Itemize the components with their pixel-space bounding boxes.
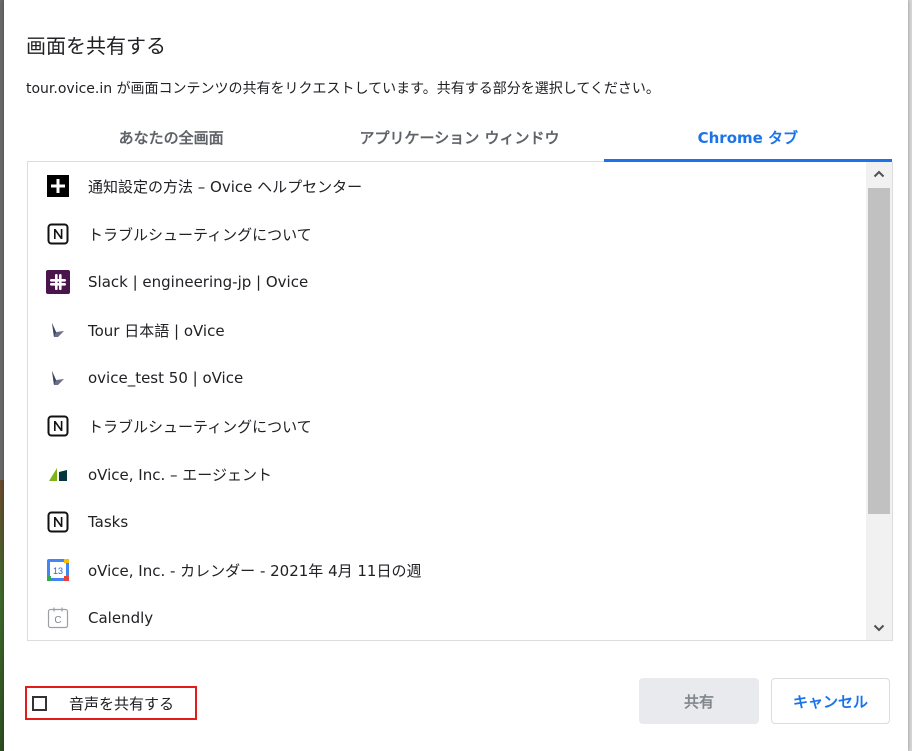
list-item[interactable]: 13 oVice, Inc. - カレンダー - 2021年 4月 11日の週 [28, 546, 864, 594]
list-item-label: Slack | engineering-jp | Ovice [88, 273, 309, 291]
list-item-label: 通知設定の方法 – Ovice ヘルプセンター [88, 177, 363, 196]
share-audio-label: 音声を共有する [69, 694, 175, 713]
ovice-icon [46, 318, 70, 342]
tab-list-items: 通知設定の方法 – Ovice ヘルプセンター トラブルシューティングについて … [28, 162, 864, 640]
list-item-label: Tasks [88, 513, 129, 531]
list-item-label: トラブルシューティングについて [88, 417, 312, 436]
calendly-icon: C [46, 606, 70, 630]
google-calendar-icon: 13 [46, 558, 70, 582]
share-audio-option[interactable]: 音声を共有する [25, 686, 197, 720]
list-item-label: oVice, Inc. - カレンダー - 2021年 4月 11日の週 [88, 561, 422, 580]
notion-icon [46, 222, 70, 246]
list-item[interactable]: Tour 日本語 | oVice [28, 306, 864, 354]
cancel-button[interactable]: キャンセル [771, 678, 890, 724]
share-button[interactable]: 共有 [639, 678, 759, 724]
list-item[interactable]: トラブルシューティングについて [28, 402, 864, 450]
chrome-tab-list: 通知設定の方法 – Ovice ヘルプセンター トラブルシューティングについて … [27, 162, 893, 641]
tab-chrome-tab[interactable]: Chrome タブ [603, 121, 893, 162]
list-item-label: oVice, Inc. – エージェント [88, 465, 272, 484]
plus-favicon-icon [46, 174, 70, 198]
share-screen-dialog: 画面を共有する tour.ovice.in が画面コンテンツの共有をリクエストし… [4, 0, 908, 751]
list-item-label: トラブルシューティングについて [88, 225, 312, 244]
list-item[interactable]: ovice_test 50 | oVice [28, 354, 864, 402]
chevron-down-icon [873, 624, 885, 632]
scroll-up-button[interactable] [866, 162, 892, 186]
scroll-down-button[interactable] [866, 616, 892, 640]
svg-text:C: C [54, 615, 61, 626]
list-item-label: Tour 日本語 | oVice [88, 321, 225, 340]
share-audio-checkbox[interactable] [32, 695, 47, 711]
notion-icon [46, 414, 70, 438]
scroll-thumb[interactable] [868, 188, 890, 514]
ovice-icon [46, 366, 70, 390]
list-scrollbar[interactable] [866, 162, 892, 640]
zendesk-icon [46, 462, 70, 486]
list-item-label: Calendly [88, 609, 154, 627]
list-item[interactable]: トラブルシューティングについて [28, 210, 864, 258]
backdrop-right [908, 0, 912, 751]
dialog-title: 画面を共有する [26, 34, 166, 58]
tab-application-window[interactable]: アプリケーション ウィンドウ [315, 121, 603, 161]
list-item[interactable]: oVice, Inc. – エージェント [28, 450, 864, 498]
svg-text:13: 13 [53, 566, 63, 576]
source-tabs: あなたの全画面 アプリケーション ウィンドウ Chrome タブ [27, 121, 893, 162]
dialog-description: tour.ovice.in が画面コンテンツの共有をリクエストしています。共有す… [26, 81, 660, 97]
chevron-up-icon [873, 170, 885, 178]
slack-icon [46, 270, 70, 294]
list-item[interactable]: Slack | engineering-jp | Ovice [28, 258, 864, 306]
list-item-label: ovice_test 50 | oVice [88, 369, 244, 387]
list-item[interactable]: Tasks [28, 498, 864, 546]
notion-icon [46, 510, 70, 534]
list-item[interactable]: C Calendly [28, 594, 864, 640]
list-item[interactable]: 通知設定の方法 – Ovice ヘルプセンター [28, 162, 864, 210]
tab-entire-screen[interactable]: あなたの全画面 [27, 121, 315, 161]
